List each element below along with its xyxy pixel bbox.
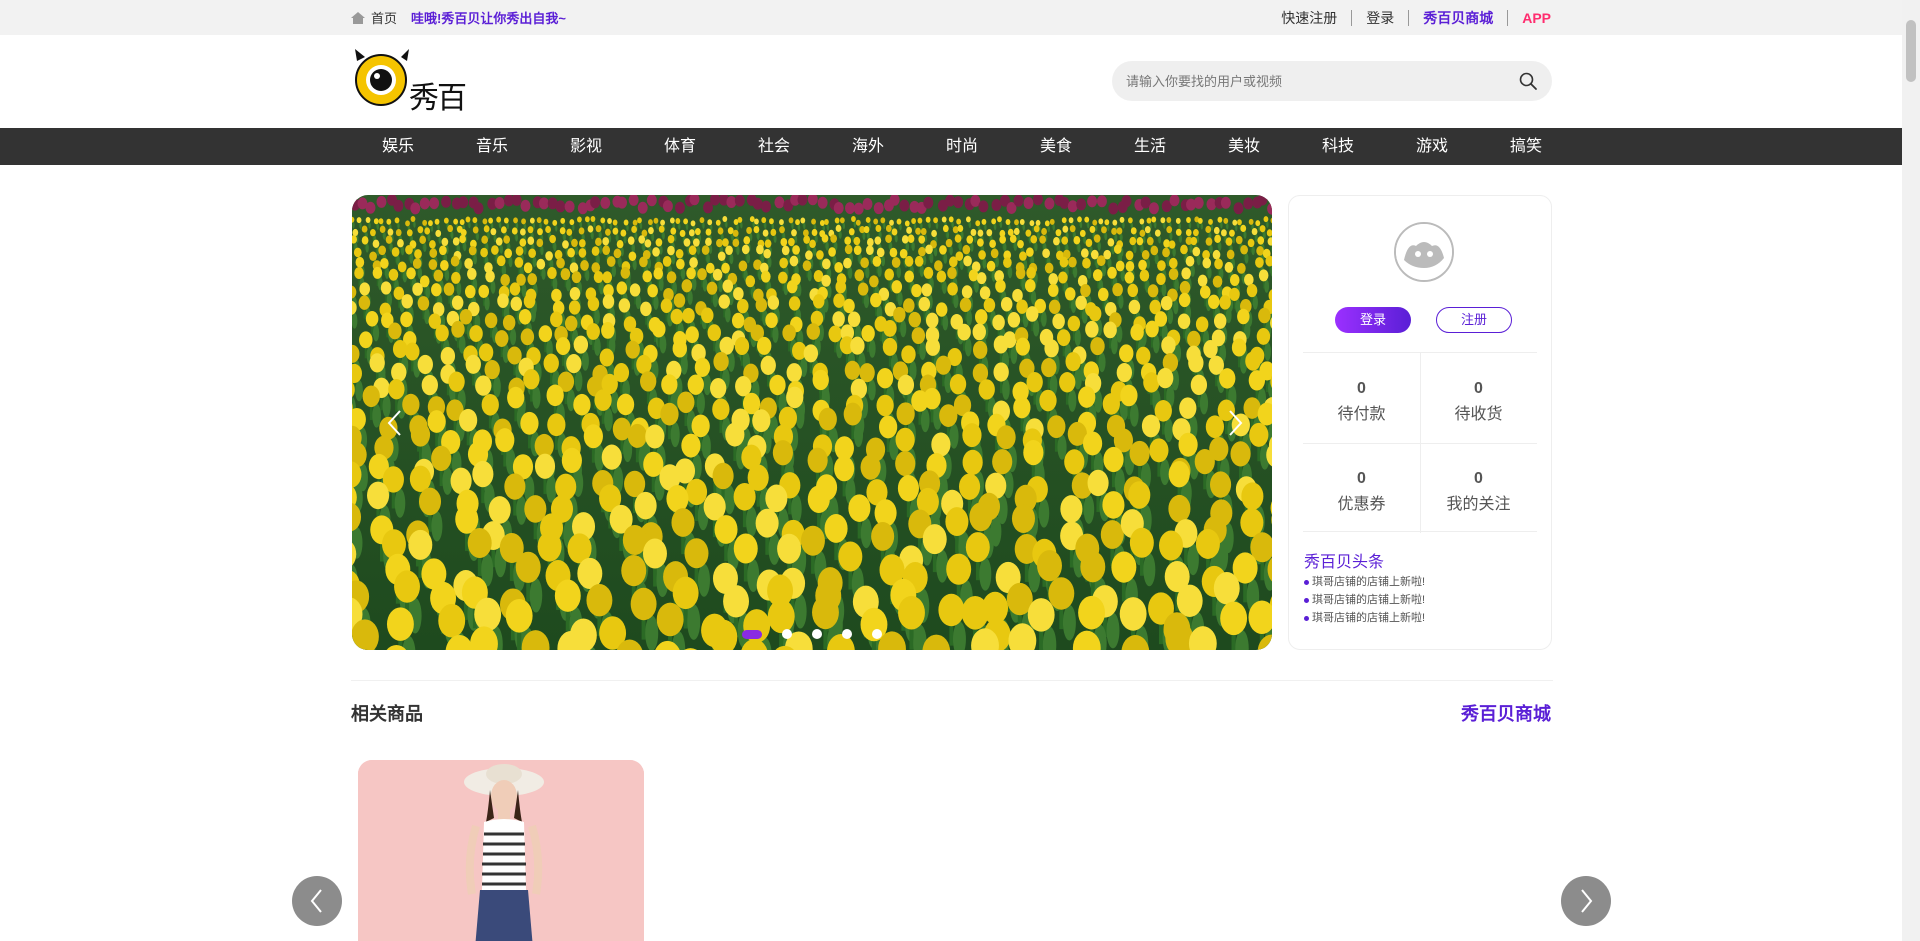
section-divider [351, 680, 1553, 681]
user-panel: 登录 注册 0 待付款 0 待收货 0 优惠券 0 我的关注 秀百贝头条 琪哥店… [1288, 195, 1552, 650]
page-scrollbar[interactable] [1902, 0, 1920, 941]
stat-following[interactable]: 0 我的关注 [1420, 443, 1537, 533]
logo-mascot-icon [355, 49, 409, 106]
slogan: 哇哦!秀百贝让你秀出自我~ [411, 11, 566, 26]
stat-pending-receipt[interactable]: 0 待收货 [1420, 353, 1537, 443]
goods-next-button[interactable] [1561, 876, 1611, 926]
home-link[interactable]: 首页 [351, 8, 397, 27]
header: 秀百贝 [351, 35, 1552, 160]
chevron-right-icon [1229, 410, 1243, 436]
nav-item[interactable]: 美妆 [1197, 128, 1291, 165]
stat-label: 优惠券 [1337, 496, 1386, 513]
nav-item[interactable]: 体育 [633, 128, 727, 165]
scrollbar-thumb[interactable] [1906, 20, 1916, 82]
chevron-right-icon [1581, 889, 1593, 913]
stat-coupons[interactable]: 0 优惠券 [1303, 443, 1420, 533]
search-input[interactable] [1126, 73, 1518, 89]
goods-prev-button[interactable] [292, 876, 342, 926]
product-image [358, 760, 644, 941]
register-button[interactable]: 注册 [1436, 307, 1512, 333]
product-card[interactable] [358, 760, 644, 941]
top-bar-inner: 首页 哇哦!秀百贝让你秀出自我~ 快速注册 登录 秀百贝商城 APP [351, 0, 1551, 35]
news-item-text: 琪哥店铺的店铺上新啦! [1312, 612, 1426, 624]
login-link[interactable]: 登录 [1351, 9, 1408, 26]
nav-item[interactable]: 社会 [727, 128, 821, 165]
news-list: 琪哥店铺的店铺上新啦! 琪哥店铺的店铺上新啦! 琪哥店铺的店铺上新啦! [1304, 573, 1425, 627]
login-button[interactable]: 登录 [1335, 307, 1411, 333]
logo[interactable]: 秀百贝 [351, 47, 491, 160]
search-box[interactable] [1112, 61, 1552, 101]
nav-item[interactable]: 科技 [1291, 128, 1385, 165]
home-icon [351, 11, 365, 24]
category-nav: 娱乐 音乐 影视 体育 社会 海外 时尚 美食 生活 美妆 科技 游戏 搞笑 [0, 128, 1902, 165]
home-label: 首页 [371, 11, 398, 26]
stat-value: 0 [1357, 380, 1366, 397]
chevron-left-icon [310, 889, 322, 913]
banner-carousel[interactable] [352, 195, 1272, 650]
stats-divider [1303, 443, 1537, 444]
stat-label: 待收货 [1454, 406, 1503, 423]
stat-value: 0 [1357, 470, 1366, 487]
nav-item[interactable]: 搞笑 [1479, 128, 1573, 165]
app-link[interactable]: APP [1507, 9, 1551, 26]
goods-section-title: 相关商品 [351, 704, 423, 724]
banner-dot[interactable] [872, 629, 882, 639]
nav-item[interactable]: 生活 [1103, 128, 1197, 165]
news-item[interactable]: 琪哥店铺的店铺上新啦! [1304, 573, 1425, 591]
chevron-left-icon [387, 410, 401, 436]
mall-link[interactable]: 秀百贝商城 [1408, 9, 1507, 26]
bullet-icon [1304, 615, 1309, 621]
category-nav-inner: 娱乐 音乐 影视 体育 社会 海外 时尚 美食 生活 美妆 科技 游戏 搞笑 [351, 128, 1573, 165]
top-bar: 首页 哇哦!秀百贝让你秀出自我~ 快速注册 登录 秀百贝商城 APP [0, 0, 1902, 35]
nav-item[interactable]: 美食 [1009, 128, 1103, 165]
stat-value: 0 [1474, 470, 1483, 487]
banner-dot[interactable] [842, 629, 852, 639]
news-item-text: 琪哥店铺的店铺上新啦! [1312, 576, 1426, 588]
nav-item[interactable]: 影视 [539, 128, 633, 165]
mall-more-link[interactable]: 秀百贝商城 [1461, 700, 1551, 726]
banner-pagination [742, 629, 902, 639]
top-links: 快速注册 登录 秀百贝商城 APP [1267, 0, 1551, 35]
nav-item[interactable]: 海外 [821, 128, 915, 165]
default-avatar-icon [1396, 224, 1452, 280]
banner-next-button[interactable] [1212, 400, 1258, 446]
order-stats: 0 待付款 0 待收货 0 优惠券 0 我的关注 [1303, 352, 1537, 533]
news-item[interactable]: 琪哥店铺的店铺上新啦! [1304, 591, 1425, 609]
nav-item[interactable]: 娱乐 [351, 128, 445, 165]
banner-dot[interactable] [782, 629, 792, 639]
avatar [1394, 222, 1454, 282]
nav-item[interactable]: 时尚 [915, 128, 1009, 165]
news-item-text: 琪哥店铺的店铺上新啦! [1312, 594, 1426, 606]
banner-prev-button[interactable] [372, 400, 418, 446]
banner-dot[interactable] [812, 629, 822, 639]
nav-item[interactable]: 游戏 [1385, 128, 1479, 165]
stat-label: 我的关注 [1446, 496, 1511, 513]
stat-label: 待付款 [1337, 406, 1386, 423]
nav-item[interactable]: 音乐 [445, 128, 539, 165]
banner-dot[interactable] [742, 629, 762, 639]
banner-image [352, 195, 1272, 650]
news-title[interactable]: 秀百贝头条 [1304, 548, 1384, 572]
bullet-icon [1304, 597, 1309, 603]
bullet-icon [1304, 579, 1309, 585]
stat-value: 0 [1474, 380, 1483, 397]
quick-register-link[interactable]: 快速注册 [1267, 10, 1351, 26]
search-icon[interactable] [1518, 71, 1538, 91]
stat-pending-payment[interactable]: 0 待付款 [1303, 353, 1420, 443]
news-item[interactable]: 琪哥店铺的店铺上新啦! [1304, 609, 1425, 627]
